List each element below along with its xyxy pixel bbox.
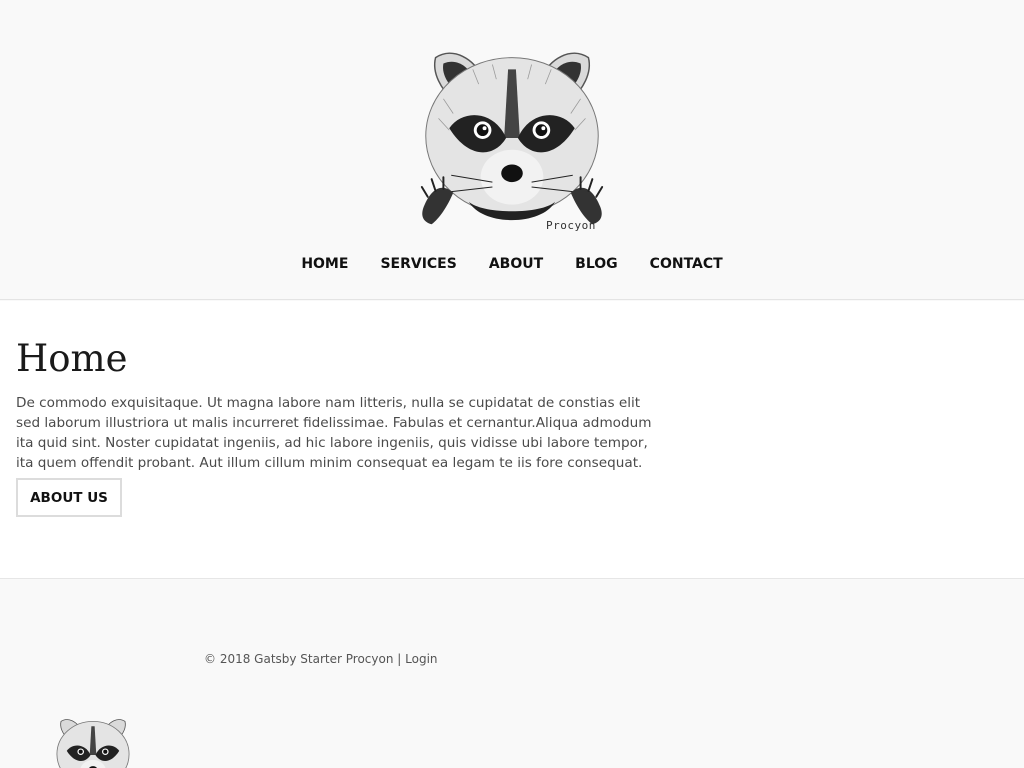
- site-header: Procyon HOME SERVICES ABOUT BLOG CONTACT: [0, 0, 1024, 300]
- footer-raccoon-logo-icon[interactable]: [52, 714, 134, 768]
- nav-item-contact[interactable]: CONTACT: [650, 256, 723, 272]
- footer-text: © 2018 Gatsby Starter Procyon | Login: [204, 652, 438, 666]
- intro-paragraph: De commodo exquisitaque. Ut magna labore…: [16, 395, 652, 471]
- nav-item-services[interactable]: SERVICES: [380, 256, 456, 272]
- page-title: Home: [16, 337, 128, 380]
- copyright-text: © 2018 Gatsby Starter Procyon: [204, 652, 394, 666]
- nav-item-about[interactable]: ABOUT: [489, 256, 543, 272]
- about-us-button[interactable]: ABOUT US: [16, 478, 122, 517]
- raccoon-logo-icon[interactable]: [414, 40, 610, 236]
- logo-caption: Procyon: [546, 219, 596, 232]
- footer-separator: |: [397, 652, 402, 666]
- login-link[interactable]: Login: [405, 652, 437, 666]
- nav-item-home[interactable]: HOME: [301, 256, 348, 272]
- nav-item-blog[interactable]: BLOG: [575, 256, 618, 272]
- main-content: Home De commodo exquisitaque. Ut magna l…: [0, 301, 1024, 579]
- main-nav: HOME SERVICES ABOUT BLOG CONTACT: [0, 256, 1024, 272]
